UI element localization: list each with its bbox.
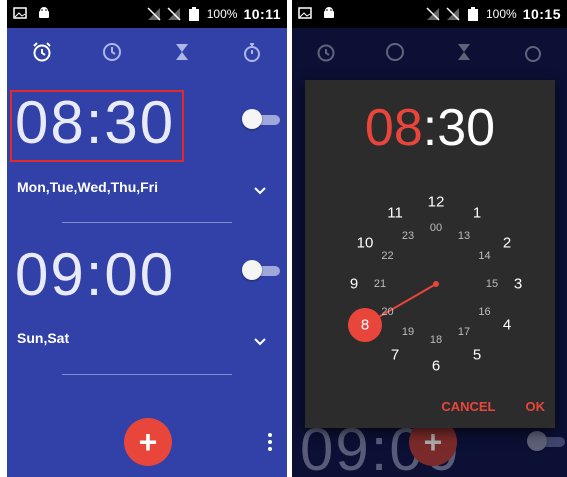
no-signal-icon-3 (426, 7, 440, 21)
clock-face[interactable]: 12 1 2 3 4 5 6 7 8 9 10 11 00 13 14 15 16 17 18 19 20 21 22 23 (340, 188, 532, 380)
clock-hour-15[interactable]: 15 (486, 278, 498, 290)
clock-hour-6[interactable]: 6 (432, 358, 440, 375)
android-notification-icon (39, 7, 49, 18)
alarm-divider-2 (62, 374, 232, 375)
picker-time-header: 08:30 (305, 98, 555, 158)
no-signal-icon-2 (167, 7, 181, 21)
alarm-toggle-dimmed (527, 431, 565, 451)
clock-hand-svg (347, 281, 439, 342)
timer-icon (176, 44, 188, 60)
battery-percent: 100% (206, 7, 238, 21)
clock-hour-8[interactable]: 8 (361, 317, 369, 334)
alarm-time-1[interactable]: 08:30 (15, 88, 175, 157)
clock-hour-22[interactable]: 22 (381, 250, 393, 262)
gallery-notification-icon (13, 7, 27, 19)
stopwatch-icon-dimmed (524, 46, 541, 62)
clock-hour-16[interactable]: 16 (478, 306, 490, 318)
alarm-icon (33, 42, 51, 62)
picker-minutes[interactable]: 30 (437, 99, 495, 157)
ok-button[interactable]: OK (526, 399, 546, 414)
picker-separator: : (422, 99, 438, 157)
alarm-toggle-1[interactable] (242, 109, 280, 129)
clock-hour-4[interactable]: 4 (503, 317, 511, 334)
tab-timer[interactable] (166, 36, 198, 68)
more-vert-icon[interactable] (265, 432, 275, 452)
clock-hour-7[interactable]: 7 (391, 347, 399, 364)
tab-alarm-dimmed (310, 36, 342, 68)
add-alarm-button[interactable]: + (124, 418, 172, 466)
clock-hour-17[interactable]: 17 (458, 326, 470, 338)
alarm-divider-1 (62, 222, 232, 223)
picker-hours[interactable]: 08 (365, 99, 423, 157)
chevron-down-icon[interactable] (251, 182, 269, 200)
no-signal-icon (147, 7, 161, 21)
plus-icon-dimmed: + (423, 424, 443, 460)
stopwatch-icon (244, 43, 260, 62)
clock-hour-12[interactable]: 12 (428, 194, 445, 211)
no-signal-icon-4 (446, 7, 460, 21)
clock-hour-10[interactable]: 10 (357, 235, 374, 252)
clock-icon (103, 43, 121, 61)
timer-icon-dimmed (457, 44, 470, 60)
tab-bar (7, 28, 287, 76)
status-bar: 100% 10:11 (7, 0, 287, 28)
alarm-days-2: Sun,Sat (17, 330, 70, 346)
battery-icon-2 (467, 7, 478, 21)
status-time-2: 10:15 (522, 6, 561, 22)
alarm-toggle-2[interactable] (242, 260, 280, 280)
clock-hour-20[interactable]: 20 (381, 306, 393, 318)
alarm-days-1: Mon,Tue,Wed,Thu,Fri (17, 179, 159, 195)
clock-hour-9[interactable]: 9 (350, 276, 358, 293)
clock-hour-5[interactable]: 5 (473, 347, 481, 364)
clock-hour-23[interactable]: 23 (402, 230, 414, 242)
clock-center-dot (433, 281, 439, 287)
tab-stopwatch[interactable] (236, 36, 268, 68)
android-notification-icon-2 (324, 7, 334, 18)
clock-hour-14[interactable]: 14 (478, 250, 490, 262)
clock-hour-19[interactable]: 19 (402, 326, 414, 338)
tab-alarm[interactable] (26, 36, 58, 68)
battery-icon (188, 7, 199, 21)
tab-stopwatch-dimmed (517, 36, 549, 68)
battery-percent-2: 100% (485, 7, 517, 21)
chevron-down-icon-2[interactable] (251, 333, 269, 351)
dialog-actions: CANCEL OK (441, 399, 545, 414)
clock-hour-21[interactable]: 21 (374, 278, 386, 290)
clock-hour-1[interactable]: 1 (473, 204, 481, 221)
clock-hour-2[interactable]: 2 (503, 235, 511, 252)
status-bar-2: 100% 10:15 (292, 0, 567, 28)
tab-bar-dimmed (292, 28, 567, 76)
alarm-list-screen: 100% 10:11 08:30 Mon,Tue,Wed,Thu,Fri 09:… (7, 0, 287, 477)
clock-icon-dimmed (386, 43, 405, 61)
time-picker-screen: 100% 10:15 09:00 + 08:30 12 1 2 3 4 5 6 7 8 9 10 11… (292, 0, 567, 477)
clock-hour-13[interactable]: 13 (458, 230, 470, 242)
cancel-button[interactable]: CANCEL (441, 399, 495, 414)
status-time: 10:11 (243, 6, 281, 22)
time-picker-dialog: 08:30 12 1 2 3 4 5 6 7 8 9 10 11 00 13 14 15 16 17 18 19 20 2… (305, 80, 555, 428)
clock-hour-11[interactable]: 11 (387, 204, 403, 221)
tab-clock[interactable] (96, 36, 128, 68)
clock-hour-3[interactable]: 3 (514, 276, 522, 293)
clock-hour-18[interactable]: 18 (430, 334, 442, 346)
tab-clock-dimmed (379, 36, 411, 68)
gallery-notification-icon-2 (298, 7, 312, 19)
plus-icon: + (138, 424, 158, 460)
tab-timer-dimmed (448, 36, 480, 68)
alarm-icon-dimmed (317, 44, 335, 62)
alarm-time-2[interactable]: 09:00 (15, 240, 175, 309)
clock-hour-00[interactable]: 00 (430, 222, 442, 234)
